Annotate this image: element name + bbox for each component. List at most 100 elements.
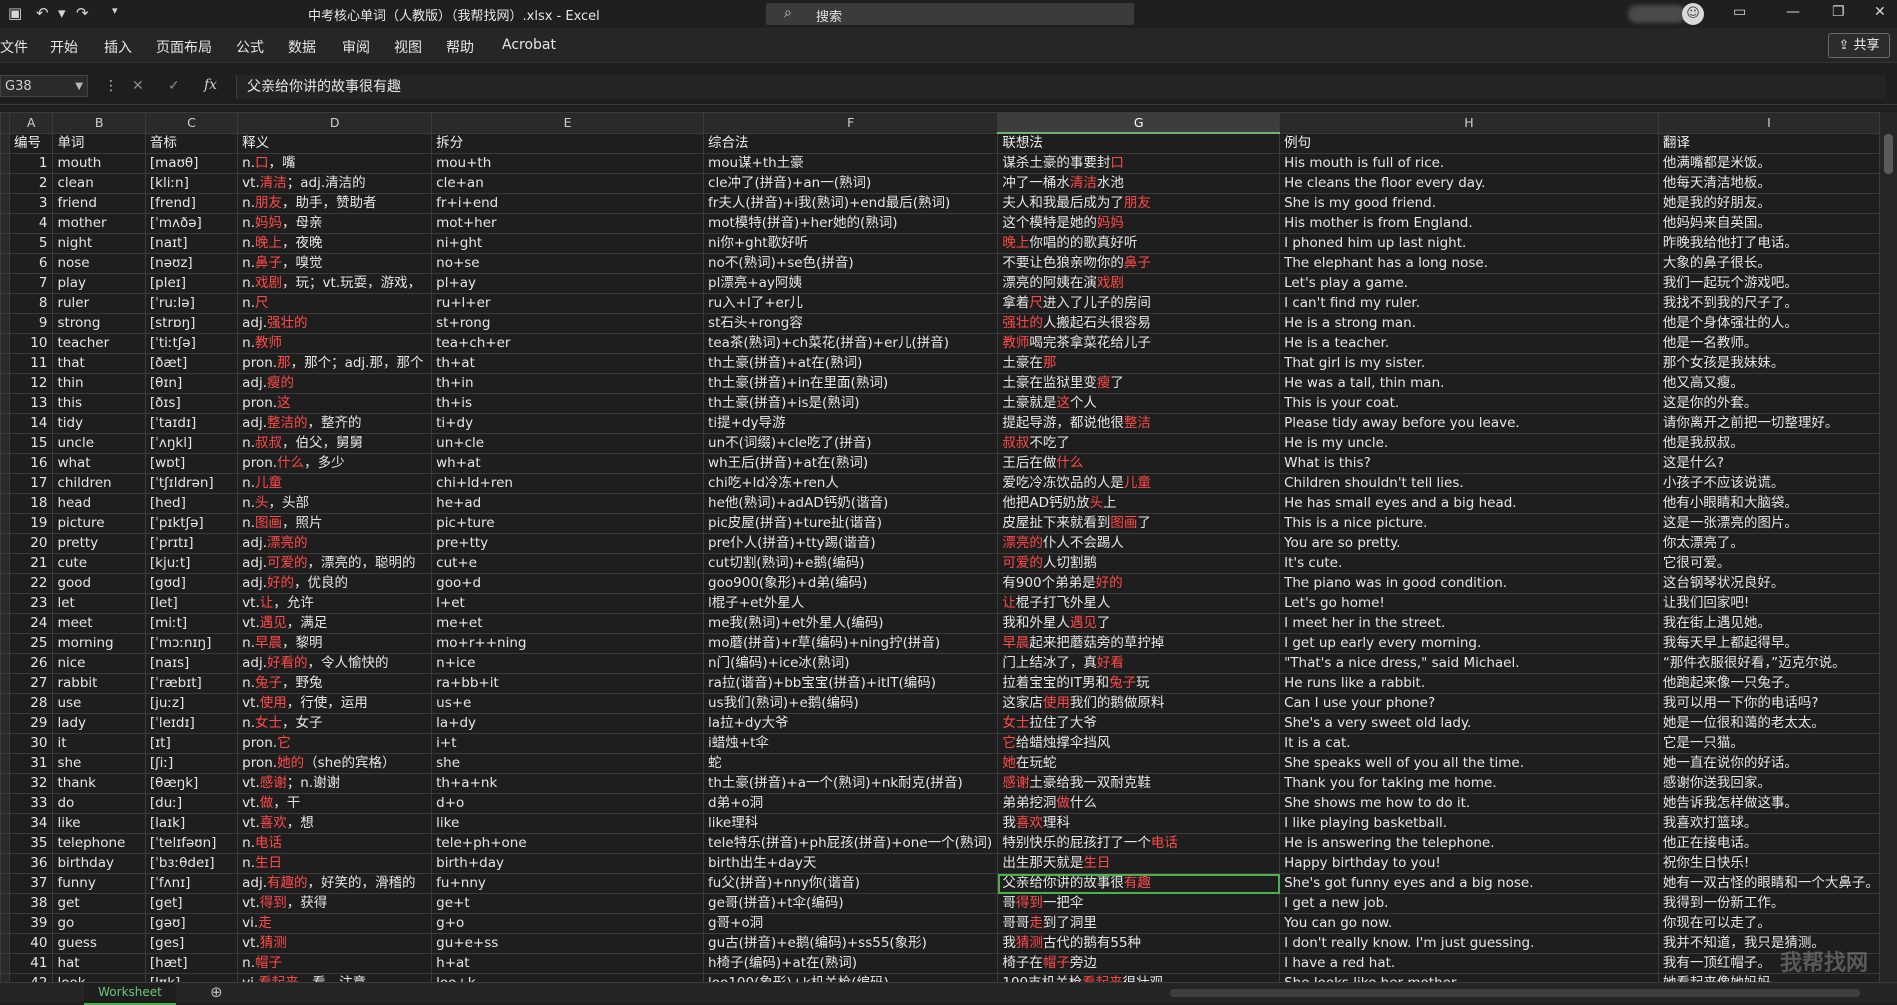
row-header[interactable] bbox=[0, 573, 10, 594]
id-cell[interactable]: 11 bbox=[8, 353, 54, 374]
row-header[interactable] bbox=[0, 793, 10, 814]
header-cell-association-method[interactable]: 联想法 bbox=[997, 132, 1281, 154]
association-method-cell[interactable]: 拿着尺进入了儿子的房间 bbox=[997, 293, 1281, 314]
id-cell[interactable]: 26 bbox=[8, 653, 54, 674]
word-cell[interactable]: funny bbox=[52, 873, 146, 894]
example-cell[interactable]: I like playing basketball. bbox=[1279, 813, 1659, 834]
combined-method-cell[interactable]: d弟+o洞 bbox=[703, 793, 999, 814]
phonetic-cell[interactable]: [frend] bbox=[144, 193, 239, 214]
share-button[interactable]: ⇪ 共享 bbox=[1828, 33, 1890, 58]
translation-cell[interactable]: 我每天早上都起得早。 bbox=[1657, 633, 1880, 654]
association-method-cell[interactable]: 土豪在监狱里变瘦了 bbox=[997, 373, 1281, 394]
meaning-cell[interactable]: vt.感谢；n.谢谢 bbox=[237, 773, 433, 794]
horizontal-scrollbar[interactable] bbox=[1170, 989, 1860, 997]
id-cell[interactable]: 35 bbox=[8, 833, 54, 854]
id-cell[interactable]: 37 bbox=[8, 873, 54, 894]
word-cell[interactable]: mother bbox=[52, 213, 146, 234]
word-cell[interactable]: uncle bbox=[52, 433, 146, 454]
phonetic-cell[interactable]: [ɪt] bbox=[144, 733, 239, 754]
association-method-cell[interactable]: 门上结冰了，真好看 bbox=[997, 653, 1281, 674]
association-method-cell[interactable]: 提起导游，都说他很整洁 bbox=[997, 413, 1281, 434]
combined-method-cell[interactable]: tea茶(熟词)+ch菜花(拼音)+er儿(拼音) bbox=[703, 333, 999, 354]
association-method-cell[interactable]: 漂亮的仆人不会踢人 bbox=[997, 533, 1281, 554]
meaning-cell[interactable]: vt.让，允许 bbox=[237, 593, 433, 614]
example-cell[interactable]: She speaks well of you all the time. bbox=[1279, 753, 1659, 774]
example-cell[interactable]: I don't really know. I'm just guessing. bbox=[1279, 933, 1659, 954]
word-cell[interactable]: get bbox=[52, 893, 146, 914]
association-method-cell[interactable]: 可爱的人切割鹅 bbox=[997, 553, 1281, 574]
translation-cell[interactable]: 你太漂亮了。 bbox=[1657, 533, 1880, 554]
row-header[interactable] bbox=[0, 733, 10, 754]
phonetic-cell[interactable]: [duː] bbox=[144, 793, 239, 814]
split-cell[interactable]: th+is bbox=[431, 393, 705, 414]
translation-cell[interactable]: 他是一名教师。 bbox=[1657, 333, 1880, 354]
split-cell[interactable]: gu+e+ss bbox=[431, 933, 705, 954]
enter-icon[interactable]: ✓ bbox=[168, 78, 180, 94]
translation-cell[interactable]: 请你离开之前把一切整理好。 bbox=[1657, 413, 1880, 434]
word-cell[interactable]: nose bbox=[52, 253, 146, 274]
example-cell[interactable]: I get a new job. bbox=[1279, 893, 1659, 914]
translation-cell[interactable]: 我们一起玩个游戏吧。 bbox=[1657, 273, 1880, 294]
split-cell[interactable]: i+t bbox=[431, 733, 705, 754]
phonetic-cell[interactable]: [θɪn] bbox=[144, 373, 239, 394]
id-cell[interactable]: 38 bbox=[8, 893, 54, 914]
combined-method-cell[interactable]: no不(熟词)+se色(拼音) bbox=[703, 253, 999, 274]
example-cell[interactable]: He is a strong man. bbox=[1279, 313, 1659, 334]
meaning-cell[interactable]: vi.走 bbox=[237, 913, 433, 934]
example-cell[interactable]: The elephant has a long nose. bbox=[1279, 253, 1659, 274]
word-cell[interactable]: mouth bbox=[52, 153, 146, 174]
phonetic-cell[interactable]: [gʊd] bbox=[144, 573, 239, 594]
word-cell[interactable]: head bbox=[52, 493, 146, 514]
id-cell[interactable]: 10 bbox=[8, 333, 54, 354]
row-header[interactable] bbox=[0, 853, 10, 874]
meaning-cell[interactable]: n.口，嘴 bbox=[237, 153, 433, 174]
scrollbar-thumb[interactable] bbox=[1884, 134, 1893, 174]
example-cell[interactable]: He was a tall, thin man. bbox=[1279, 373, 1659, 394]
row-header[interactable] bbox=[0, 553, 10, 574]
tab-view[interactable]: 视图 bbox=[394, 37, 422, 57]
split-cell[interactable]: ti+dy bbox=[431, 413, 705, 434]
meaning-cell[interactable]: n.教师 bbox=[237, 333, 433, 354]
example-cell[interactable]: Can I use your phone? bbox=[1279, 693, 1659, 714]
phonetic-cell[interactable]: [θæŋk] bbox=[144, 773, 239, 794]
row-header[interactable] bbox=[0, 373, 10, 394]
meaning-cell[interactable]: n.早晨，黎明 bbox=[237, 633, 433, 654]
id-cell[interactable]: 32 bbox=[8, 773, 54, 794]
translation-cell[interactable]: 她告诉我怎样做这事。 bbox=[1657, 793, 1880, 814]
row-header[interactable] bbox=[0, 533, 10, 554]
association-method-cell[interactable]: 不要让色狼亲吻你的鼻子 bbox=[997, 253, 1281, 274]
row-header[interactable] bbox=[0, 433, 10, 454]
split-cell[interactable]: mot+her bbox=[431, 213, 705, 234]
id-cell[interactable]: 17 bbox=[8, 473, 54, 494]
meaning-cell[interactable]: adj.瘦的 bbox=[237, 373, 433, 394]
row-header[interactable] bbox=[0, 953, 10, 974]
meaning-cell[interactable]: n.戏剧，玩；vt.玩耍，游戏， bbox=[237, 273, 433, 294]
row-header[interactable] bbox=[0, 773, 10, 794]
example-cell[interactable]: I get up early every morning. bbox=[1279, 633, 1659, 654]
cancel-icon[interactable]: ✕ bbox=[132, 78, 144, 94]
combined-method-cell[interactable]: he他(熟词)+adAD钙奶(谐音) bbox=[703, 493, 999, 514]
header-cell-translation[interactable]: 翻译 bbox=[1657, 132, 1880, 154]
translation-cell[interactable]: 祝你生日快乐! bbox=[1657, 853, 1880, 874]
split-cell[interactable]: th+at bbox=[431, 353, 705, 374]
selected-cell[interactable]: 父亲给你讲的故事很有趣 bbox=[997, 873, 1281, 894]
meaning-cell[interactable]: n.儿童 bbox=[237, 473, 433, 494]
association-method-cell[interactable]: 女士拉住了大爷 bbox=[997, 713, 1281, 734]
split-cell[interactable]: wh+at bbox=[431, 453, 705, 474]
split-cell[interactable]: fu+nny bbox=[431, 873, 705, 894]
phonetic-cell[interactable]: [ˈmʌðə] bbox=[144, 213, 239, 234]
example-cell[interactable]: What is this? bbox=[1279, 453, 1659, 474]
word-cell[interactable]: that bbox=[52, 353, 146, 374]
split-cell[interactable]: d+o bbox=[431, 793, 705, 814]
association-method-cell[interactable]: 漂亮的阿姨在演戏剧 bbox=[997, 273, 1281, 294]
combined-method-cell[interactable]: mo蘑(拼音)+r草(编码)+ning拧(拼音) bbox=[703, 633, 999, 654]
word-cell[interactable]: let bbox=[52, 593, 146, 614]
id-cell[interactable]: 24 bbox=[8, 613, 54, 634]
split-cell[interactable]: g+o bbox=[431, 913, 705, 934]
split-cell[interactable]: chi+ld+ren bbox=[431, 473, 705, 494]
meaning-cell[interactable]: n.鼻子，嗅觉 bbox=[237, 253, 433, 274]
combined-method-cell[interactable]: la拉+dy大爷 bbox=[703, 713, 999, 734]
phonetic-cell[interactable]: [strɒŋ] bbox=[144, 313, 239, 334]
example-cell[interactable]: She's a very sweet old lady. bbox=[1279, 713, 1659, 734]
word-cell[interactable]: friend bbox=[52, 193, 146, 214]
